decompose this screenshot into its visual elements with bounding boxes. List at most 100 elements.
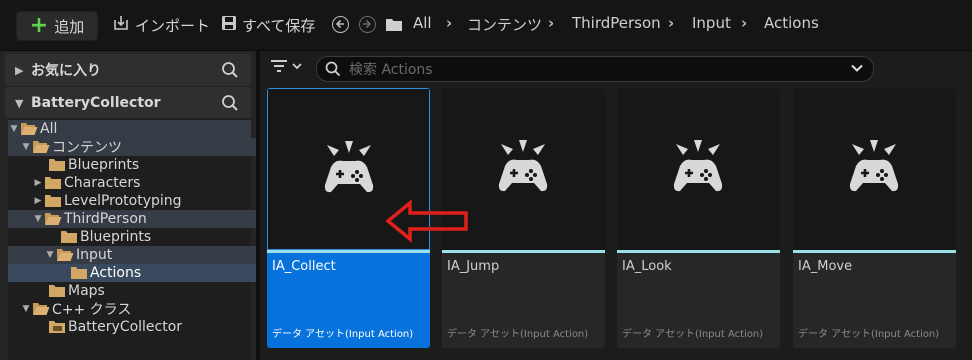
breadcrumb-contents[interactable]: コンテンツ xyxy=(467,14,542,35)
add-button[interactable]: + 追加 xyxy=(16,11,98,41)
asset-type: データ アセット(Input Action) xyxy=(272,329,414,340)
forward-button[interactable] xyxy=(359,16,376,33)
import-icon xyxy=(112,14,130,36)
import-label: インポート xyxy=(135,16,211,35)
gamepad-icon xyxy=(849,140,899,192)
chevron-down-icon xyxy=(292,63,302,70)
folder-icon xyxy=(70,266,88,280)
folder-open-icon xyxy=(44,212,62,226)
folder-icon xyxy=(60,230,78,244)
breadcrumb-separator: › xyxy=(741,14,748,32)
tree-label: Input xyxy=(76,247,113,263)
gamepad-icon xyxy=(498,140,548,192)
favorites-header[interactable]: ▶ お気に入り xyxy=(5,54,251,86)
expand-icon[interactable]: ▶ xyxy=(32,196,44,206)
asset-card-ia-look[interactable]: IA_Look データ アセット(Input Action) xyxy=(617,88,780,348)
filter-icon xyxy=(271,60,287,72)
save-all-label: すべて保存 xyxy=(242,16,316,35)
tree-item-characters[interactable]: ▶ Characters xyxy=(8,174,275,192)
tree-item-maps[interactable]: Maps xyxy=(8,282,279,300)
gamepad-icon xyxy=(673,140,723,192)
tree-label: コンテンツ xyxy=(52,140,122,156)
search-icon[interactable] xyxy=(221,94,239,116)
folder-icon xyxy=(44,176,62,190)
asset-type-bar xyxy=(793,250,956,253)
collapse-icon[interactable]: ▼ xyxy=(44,250,56,260)
folder-icon xyxy=(44,194,62,208)
asset-name: IA_Collect xyxy=(272,259,336,274)
forward-icon xyxy=(363,19,372,29)
tree-label: Blueprints xyxy=(80,229,152,245)
tree-label: Characters xyxy=(64,175,141,191)
asset-view: IA_Collect データ アセット(Input Action) IA_Jum… xyxy=(260,51,972,360)
tree-item-input[interactable]: ▼ Input xyxy=(8,246,287,264)
folder-open-icon xyxy=(20,122,38,136)
back-button[interactable] xyxy=(332,16,349,33)
folder-open-icon xyxy=(56,248,74,262)
tree-label: Actions xyxy=(90,265,142,281)
tree-item-blueprints[interactable]: Blueprints xyxy=(8,156,279,174)
tree-item-contents[interactable]: ▼ コンテンツ xyxy=(8,138,263,156)
breadcrumb-actions[interactable]: Actions xyxy=(764,14,819,32)
asset-thumbnail xyxy=(617,88,780,250)
folder-open-icon xyxy=(32,302,50,316)
breadcrumb-thirdperson[interactable]: ThirdPerson xyxy=(572,14,661,32)
expand-icon[interactable]: ▶ xyxy=(32,178,44,188)
folder-icon xyxy=(48,158,66,172)
tree-label: All xyxy=(40,121,58,137)
breadcrumb-separator: › xyxy=(668,14,675,32)
asset-type-bar xyxy=(442,250,605,253)
folder-icon xyxy=(48,284,66,298)
asset-type: データ アセット(Input Action) xyxy=(622,329,764,340)
breadcrumb-separator: › xyxy=(446,14,453,32)
tree-item-thirdperson[interactable]: ▼ ThirdPerson xyxy=(8,210,275,228)
expand-icon: ▶ xyxy=(15,63,24,77)
tree-label: ThirdPerson xyxy=(64,211,147,227)
collapse-icon[interactable]: ▼ xyxy=(20,304,32,314)
tree-item-cpp-classes[interactable]: ▼ C++ クラス xyxy=(8,300,263,318)
search-icon[interactable] xyxy=(221,61,239,83)
toolbar: + 追加 インポート すべて保存 All › コンテンツ › ThirdPers… xyxy=(0,0,972,51)
collapse-icon: ▼ xyxy=(22,142,30,152)
asset-type: データ アセット(Input Action) xyxy=(447,329,589,340)
favorites-label: お気に入り xyxy=(31,63,101,79)
save-all-button[interactable]: すべて保存 xyxy=(221,11,315,39)
asset-name: IA_Jump xyxy=(447,259,500,274)
tree-label: Blueprints xyxy=(68,157,140,173)
folder-tree: ▼ All ▼ コンテンツ Blueprints ▶ Characters ▶ … xyxy=(8,118,301,360)
plus-icon: + xyxy=(29,13,49,38)
save-icon xyxy=(221,15,237,35)
asset-type: データ アセット(Input Action) xyxy=(798,329,940,340)
chevron-down-icon[interactable] xyxy=(851,64,863,73)
import-button[interactable]: インポート xyxy=(112,11,210,39)
filter-button[interactable] xyxy=(270,59,302,73)
search-icon xyxy=(325,61,341,77)
asset-card-ia-move[interactable]: IA_Move データ アセット(Input Action) xyxy=(793,88,956,348)
asset-name: IA_Move xyxy=(798,259,853,274)
tree-item-all[interactable]: ▼ All xyxy=(8,120,251,138)
tree-label: C++ クラス xyxy=(52,302,132,318)
collapse-icon: ▼ xyxy=(15,96,24,110)
project-header[interactable]: ▼ BatteryCollector xyxy=(5,87,251,119)
breadcrumb-input[interactable]: Input xyxy=(692,14,731,32)
collapse-icon[interactable]: ▼ xyxy=(32,214,44,224)
breadcrumb-separator: › xyxy=(548,14,555,32)
tree-item-levelprototyping[interactable]: ▶ LevelPrototyping xyxy=(8,192,275,210)
cpp-folder-icon xyxy=(48,320,66,334)
tree-label: LevelPrototyping xyxy=(64,193,182,209)
gamepad-icon xyxy=(324,141,374,193)
search-bar[interactable] xyxy=(316,56,874,82)
tree-item-batterycollector[interactable]: BatteryCollector xyxy=(8,318,279,336)
project-label: BatteryCollector xyxy=(31,95,161,111)
asset-name: IA_Look xyxy=(622,259,672,274)
folder-open-icon xyxy=(32,140,50,154)
back-icon xyxy=(335,19,344,29)
search-input[interactable] xyxy=(347,60,831,79)
collapse-icon: ▼ xyxy=(10,124,18,134)
tree-label: Maps xyxy=(68,283,105,299)
annotation-arrow xyxy=(385,199,468,243)
tree-item-tp-blueprints[interactable]: Blueprints xyxy=(8,228,291,246)
breadcrumb-all[interactable]: All xyxy=(413,14,432,32)
asset-type-bar xyxy=(617,250,780,253)
add-label: 追加 xyxy=(54,17,85,36)
